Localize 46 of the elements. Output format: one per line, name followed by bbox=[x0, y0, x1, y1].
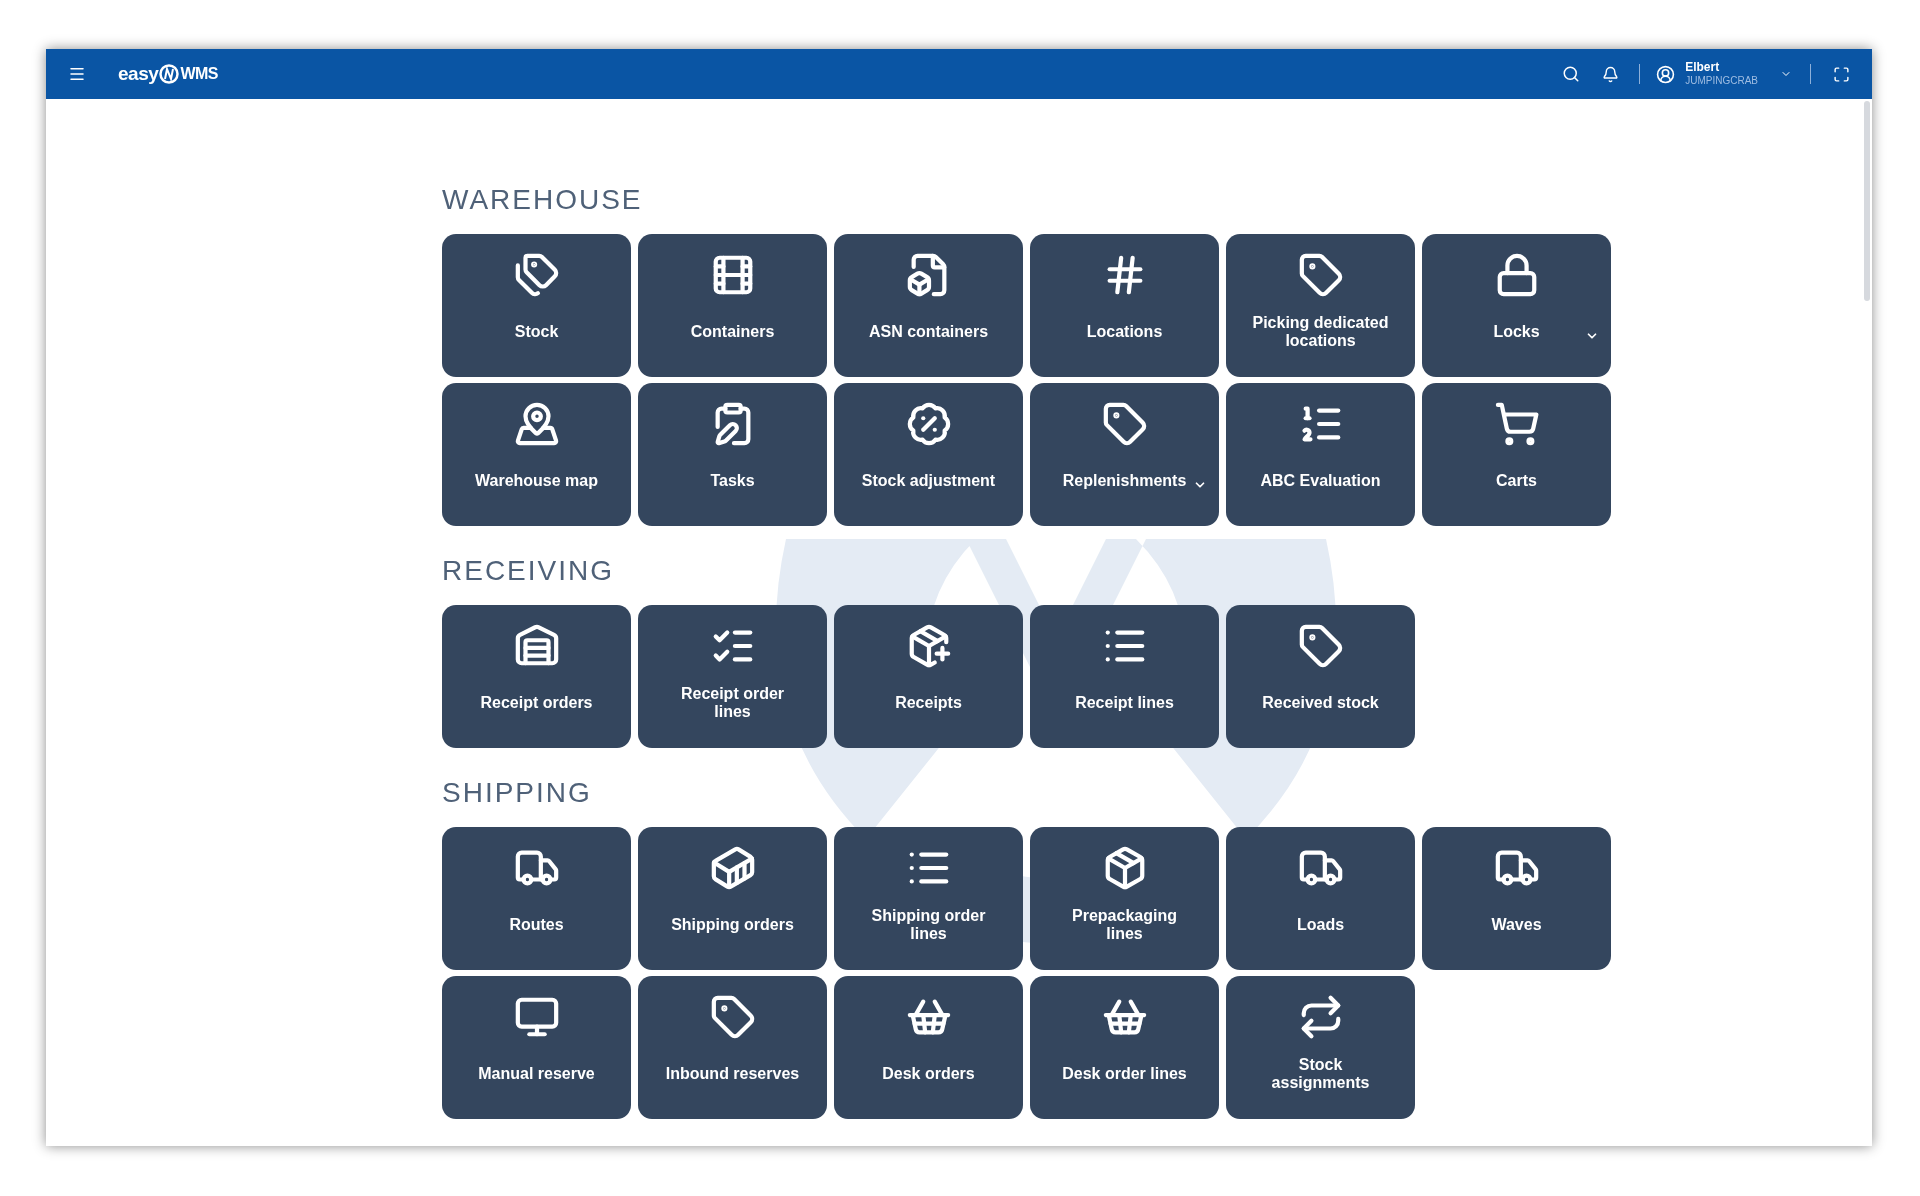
module-tile[interactable]: Waves bbox=[1422, 827, 1611, 970]
module-tile[interactable]: Tasks bbox=[638, 383, 827, 526]
section-title: SHIPPING bbox=[442, 776, 593, 810]
tags-icon bbox=[513, 252, 560, 298]
module-tile[interactable]: Locations bbox=[1030, 234, 1219, 377]
module-tile[interactable]: Desk order lines bbox=[1030, 976, 1219, 1119]
menu-icon bbox=[68, 65, 86, 83]
module-tile[interactable]: Receipt order lines bbox=[638, 605, 827, 748]
fullscreen-icon bbox=[1833, 65, 1850, 83]
user-name: Elbert bbox=[1685, 61, 1720, 74]
module-tile[interactable]: Prepackaging lines bbox=[1030, 827, 1219, 970]
module-tile[interactable]: Receipt lines bbox=[1030, 605, 1219, 748]
module-tile[interactable]: Replenishments bbox=[1030, 383, 1219, 526]
search-icon bbox=[1562, 65, 1581, 83]
cart-icon bbox=[1493, 401, 1540, 447]
module-tile[interactable]: Shipping order lines bbox=[834, 827, 1023, 970]
module-tile[interactable]: ABC Evaluation bbox=[1226, 383, 1415, 526]
module-tile[interactable]: Shipping orders bbox=[638, 827, 827, 970]
module-tile[interactable]: Inbound reserves bbox=[638, 976, 827, 1119]
module-tile[interactable]: Received stock bbox=[1226, 605, 1415, 748]
section-title: WAREHOUSE bbox=[442, 183, 644, 217]
module-tile[interactable]: Receipt orders bbox=[442, 605, 631, 748]
section-title: RECEIVING bbox=[442, 554, 616, 588]
logo-text: easy bbox=[118, 61, 159, 86]
module-tile[interactable]: Locks bbox=[1422, 234, 1611, 377]
logo-mark-icon bbox=[159, 64, 180, 84]
module-tile[interactable]: Picking dedicated locations bbox=[1226, 234, 1415, 377]
module-tile[interactable]: Routes bbox=[442, 827, 631, 970]
module-tile[interactable]: Carts bbox=[1422, 383, 1611, 526]
module-tile[interactable]: Stock adjustment bbox=[834, 383, 1023, 526]
logo-text: WMS bbox=[180, 64, 219, 84]
module-tile[interactable]: Containers bbox=[638, 234, 827, 377]
module-tile[interactable]: Manual reserve bbox=[442, 976, 631, 1119]
module-tile[interactable]: Loads bbox=[1226, 827, 1415, 970]
user-icon bbox=[1656, 64, 1676, 84]
module-tile[interactable]: Stock bbox=[442, 234, 631, 377]
bell-icon bbox=[1602, 65, 1620, 83]
module-tile[interactable]: Desk orders bbox=[834, 976, 1023, 1119]
map-pin-icon bbox=[513, 401, 560, 447]
tag-icon bbox=[1297, 252, 1344, 298]
user-menu-button[interactable]: Elbert JUMPINGCRAB bbox=[1656, 61, 1792, 87]
module-tile[interactable]: Warehouse map bbox=[442, 383, 631, 526]
company-name: JUMPINGCRAB bbox=[1685, 74, 1758, 87]
module-tile[interactable]: Stock assignments bbox=[1226, 976, 1415, 1119]
module-tile[interactable]: Receipts bbox=[834, 605, 1023, 748]
module-tile[interactable]: ASN containers bbox=[834, 234, 1023, 377]
